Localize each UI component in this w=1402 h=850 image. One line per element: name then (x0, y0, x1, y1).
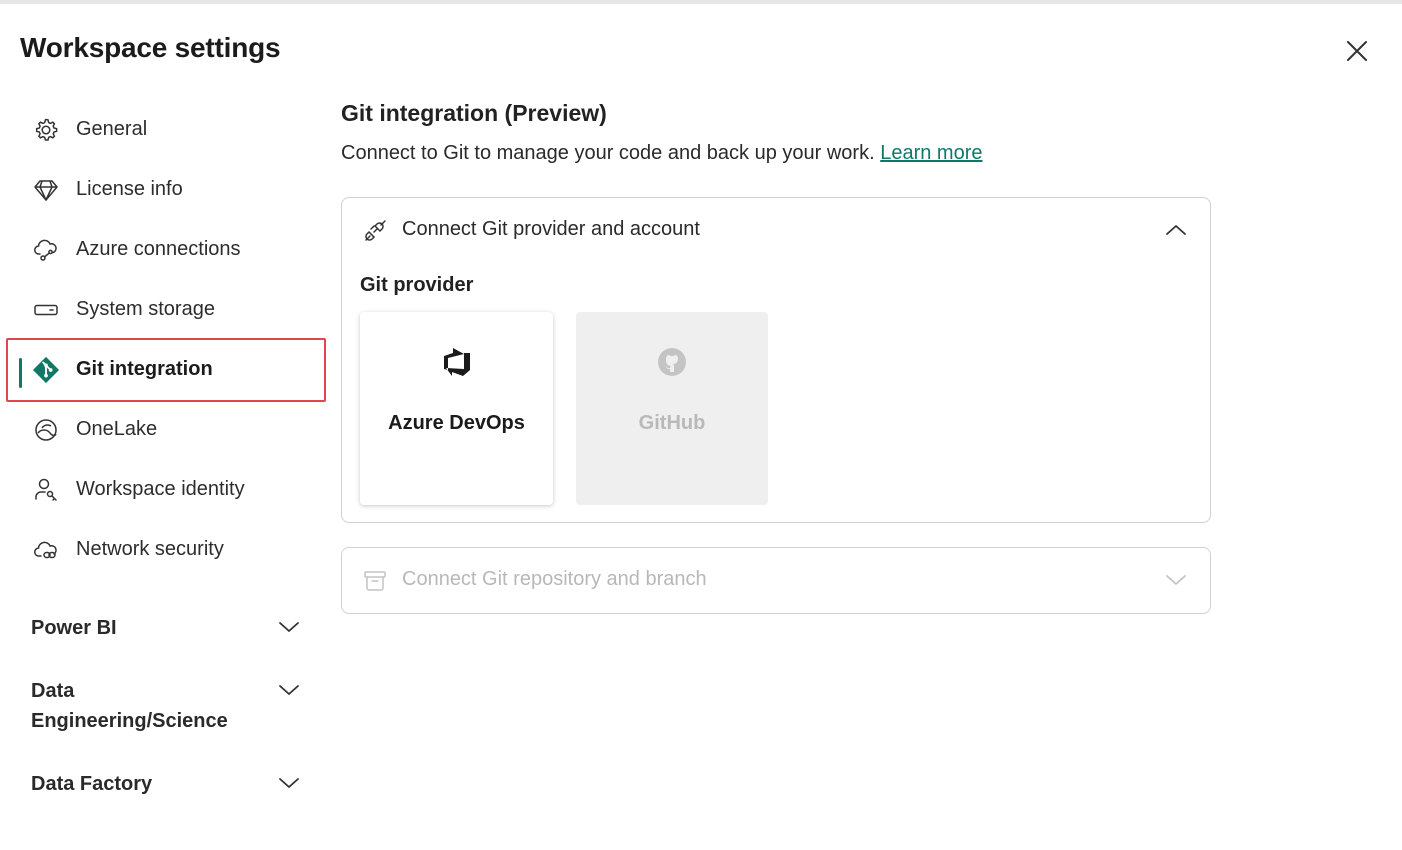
sidebar-item-label: Workspace identity (76, 477, 245, 500)
description-text: Connect to Git to manage your code and b… (341, 142, 881, 164)
tile-label: Azure DevOps (388, 412, 525, 434)
azure-devops-icon (443, 348, 470, 376)
onelake-icon (32, 416, 60, 444)
diamond-icon (32, 176, 60, 204)
chevron-up-icon (1166, 225, 1186, 235)
sidebar-item-onelake[interactable]: OneLake (20, 405, 320, 453)
section-power-bi[interactable]: Power BI (31, 613, 311, 643)
git-provider-label: Git provider (360, 274, 474, 296)
sidebar-item-network-security[interactable]: Network security (20, 525, 320, 573)
azure-devops-tile[interactable]: Azure DevOps (360, 312, 553, 505)
sidebar-item-label: OneLake (76, 417, 158, 440)
storage-icon (32, 296, 60, 324)
dialog-title: Workspace settings (20, 32, 281, 63)
panel-title: Connect Git repository and branch (402, 568, 707, 590)
section-data-engineering-science[interactable]: Data Engineering/Science (31, 676, 311, 736)
sidebar-item-general[interactable]: General (20, 105, 320, 153)
git-repository-panel-header: Connect Git repository and branch (342, 548, 1210, 614)
github-tile: GitHub (576, 312, 768, 505)
section-title: Data Engineering/Science (31, 680, 228, 732)
sidebar-item-label: Network security (76, 537, 224, 560)
sidebar-item-label: General (76, 117, 148, 140)
tile-label: GitHub (638, 412, 706, 434)
cloud-connection-icon (32, 236, 60, 264)
chevron-down-icon (279, 685, 299, 695)
panel-title: Connect Git provider and account (402, 218, 700, 240)
archive-icon (364, 571, 386, 591)
github-icon (658, 348, 686, 376)
chevron-down-icon (1166, 575, 1186, 585)
close-button[interactable] (1340, 34, 1374, 68)
sidebar-item-workspace-identity[interactable]: Workspace identity (20, 465, 320, 513)
person-key-icon (32, 476, 60, 504)
section-title: Power BI (31, 617, 117, 639)
gear-icon (32, 116, 60, 144)
sidebar-item-system-storage[interactable]: System storage (20, 285, 320, 333)
close-icon (1347, 41, 1367, 61)
git-repository-panel: Connect Git repository and branch (341, 547, 1211, 614)
sidebar-item-azure-connections[interactable]: Azure connections (20, 225, 320, 273)
top-divider (0, 0, 1402, 4)
git-provider-panel-header[interactable]: Connect Git provider and account (342, 198, 1210, 264)
sidebar-item-license-info[interactable]: License info (20, 165, 320, 213)
highlight-box (6, 338, 326, 402)
page-title: Git integration (Preview) (341, 100, 607, 126)
learn-more-link[interactable]: Learn more (880, 142, 982, 164)
sidebar-item-label: License info (76, 177, 183, 200)
sidebar-item-label: System storage (76, 297, 215, 320)
cloud-link-icon (32, 536, 60, 564)
sidebar-item-label: Azure connections (76, 237, 241, 260)
page-description: Connect to Git to manage your code and b… (341, 142, 982, 165)
chevron-down-icon (279, 778, 299, 788)
chevron-down-icon (279, 622, 299, 632)
plug-icon (365, 220, 386, 241)
git-provider-panel: Connect Git provider and account Git pro… (341, 197, 1211, 523)
section-title: Data Factory (31, 773, 153, 795)
section-data-factory[interactable]: Data Factory (31, 769, 311, 799)
